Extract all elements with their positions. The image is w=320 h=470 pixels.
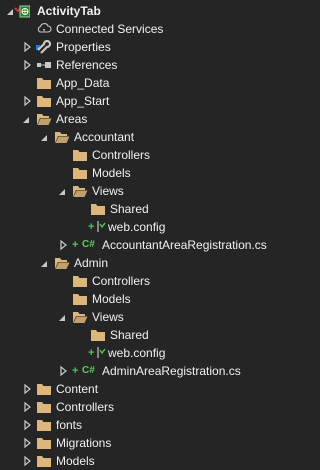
- folder-icon: [90, 201, 106, 217]
- collapse-caret-icon[interactable]: [40, 128, 50, 146]
- tree-item-label: Shared: [110, 202, 149, 216]
- csharp-file-icon: C#: [82, 365, 95, 376]
- tree-item-label: Models: [92, 292, 131, 306]
- folder-open-icon: [36, 111, 52, 127]
- tree-item[interactable]: App_Data: [0, 74, 285, 92]
- tree-item-label: Controllers: [56, 400, 115, 414]
- expand-caret-icon[interactable]: [22, 56, 32, 74]
- tree-item[interactable]: Views: [0, 182, 285, 200]
- tree-item[interactable]: Models: [0, 290, 285, 308]
- tree-item[interactable]: Shared: [0, 326, 285, 344]
- project-name: ActivityTab: [37, 4, 101, 18]
- tree-item-label: Shared: [110, 328, 149, 342]
- folder-icon: [36, 93, 52, 109]
- tree-item[interactable]: Areas: [0, 110, 285, 128]
- tree-item-label: fonts: [56, 418, 83, 432]
- csharp-file-icon: C#: [82, 239, 95, 250]
- expand-caret-icon[interactable]: [22, 452, 32, 470]
- expand-caret-icon[interactable]: [22, 380, 32, 398]
- folder-open-icon: [72, 183, 88, 199]
- tree-item-label: Models: [56, 454, 95, 468]
- tree-item[interactable]: Accountant: [0, 128, 285, 146]
- tree-item-label: Models: [92, 166, 131, 180]
- folder-open-icon: [54, 129, 70, 145]
- tree-item-label: Migrations: [56, 436, 112, 450]
- expand-caret-icon[interactable]: [22, 434, 32, 452]
- add-icon: +: [72, 365, 79, 377]
- tree-item-label: AdminAreaRegistration.cs: [102, 364, 241, 378]
- tree-item[interactable]: fonts: [0, 416, 285, 434]
- folder-open-icon: [72, 309, 88, 325]
- connected-services-icon: [36, 21, 52, 37]
- tree-item-label: App_Start: [56, 94, 110, 108]
- tree-item-label: Properties: [56, 40, 111, 54]
- folder-icon: [36, 399, 52, 415]
- tree-item[interactable]: Connected Services: [0, 20, 285, 38]
- folder-icon: [90, 327, 106, 343]
- tree-item-label: Views: [92, 184, 124, 198]
- tree-item[interactable]: Migrations: [0, 434, 285, 452]
- tree-item-label: Areas: [56, 112, 88, 126]
- folder-icon: [36, 381, 52, 397]
- folder-icon: [72, 291, 88, 307]
- folder-icon: [36, 75, 52, 91]
- web-config-icon: [97, 220, 106, 233]
- tree-item[interactable]: Content: [0, 380, 285, 398]
- collapse-caret-icon[interactable]: [58, 308, 68, 326]
- tree-item[interactable]: + web.config: [0, 344, 285, 362]
- expand-caret-icon[interactable]: [58, 236, 68, 254]
- references-icon: [36, 57, 52, 73]
- expand-caret-icon[interactable]: [22, 398, 32, 416]
- tree-item[interactable]: App_Start: [0, 92, 285, 110]
- folder-icon: [72, 273, 88, 289]
- expand-caret-icon[interactable]: [22, 92, 32, 110]
- tree-item-label: Controllers: [92, 148, 151, 162]
- expand-caret-icon[interactable]: [58, 362, 68, 380]
- tree-item[interactable]: Views: [0, 308, 285, 326]
- collapse-caret-icon[interactable]: [58, 182, 68, 200]
- collapse-caret-icon[interactable]: [22, 110, 32, 128]
- tree-item[interactable]: + C# AccountantAreaRegistration.cs: [0, 236, 285, 254]
- tree-item[interactable]: Controllers: [0, 146, 285, 164]
- tree-item[interactable]: Controllers: [0, 398, 285, 416]
- tree-item[interactable]: Properties: [0, 38, 285, 56]
- solution-explorer-tree: ActivityTab Connected Services Properties…: [0, 0, 285, 470]
- tree-item-project[interactable]: ActivityTab: [0, 2, 285, 20]
- tree-item[interactable]: References: [0, 56, 285, 74]
- wrench-icon: [36, 39, 52, 55]
- tree-item[interactable]: Shared: [0, 200, 285, 218]
- tree-item-label: References: [56, 58, 118, 72]
- tree-item-label: App_Data: [56, 76, 110, 90]
- tree-item-label: AccountantAreaRegistration.cs: [102, 238, 267, 252]
- tree-item-label: Views: [92, 310, 124, 324]
- add-icon: +: [88, 221, 95, 233]
- add-icon: +: [88, 347, 95, 359]
- csharp-project-icon: [14, 3, 30, 19]
- expand-caret-icon[interactable]: [22, 416, 32, 434]
- tree-item-label: web.config: [108, 220, 166, 234]
- tree-item-label: Controllers: [92, 274, 151, 288]
- tree-item[interactable]: Admin: [0, 254, 285, 272]
- tree-item-label: Admin: [74, 256, 109, 270]
- tree-item[interactable]: + C# AdminAreaRegistration.cs: [0, 362, 285, 380]
- tree-item[interactable]: Models: [0, 164, 285, 182]
- folder-icon: [36, 435, 52, 451]
- tree-item[interactable]: Models: [0, 452, 285, 470]
- add-icon: +: [72, 239, 79, 251]
- expand-caret-icon[interactable]: [22, 38, 32, 56]
- tree-item[interactable]: Controllers: [0, 272, 285, 290]
- tree-item-label: Accountant: [74, 130, 135, 144]
- folder-icon: [72, 147, 88, 163]
- folder-icon: [36, 453, 52, 469]
- tree-item-label: Connected Services: [56, 22, 164, 36]
- tree-item-label: Content: [56, 382, 99, 396]
- folder-icon: [36, 417, 52, 433]
- tree-item-label: web.config: [108, 346, 166, 360]
- folder-icon: [72, 165, 88, 181]
- folder-open-icon: [54, 255, 70, 271]
- collapse-caret-icon[interactable]: [40, 254, 50, 272]
- tree-item[interactable]: + web.config: [0, 218, 285, 236]
- web-config-icon: [97, 346, 106, 359]
